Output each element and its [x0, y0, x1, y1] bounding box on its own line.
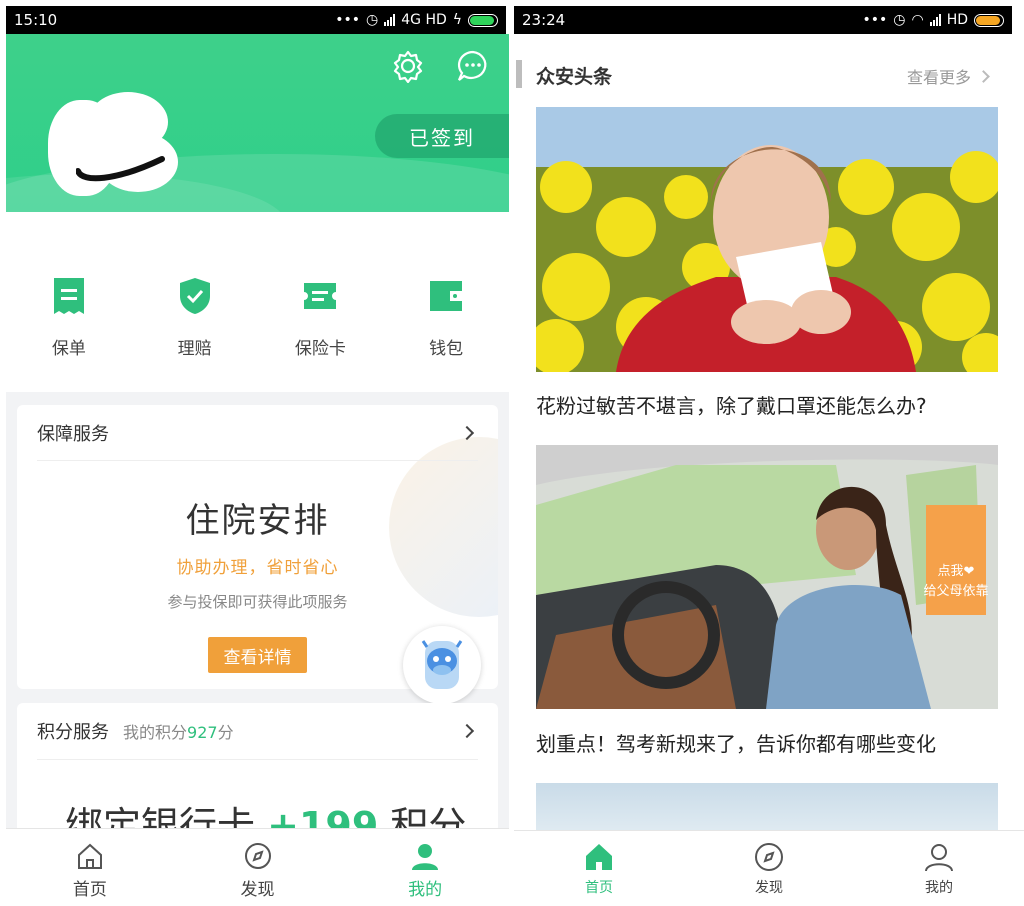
- network-label: HD: [946, 12, 968, 28]
- more-dots-icon: •••: [862, 12, 888, 28]
- signal-icon: [929, 14, 941, 26]
- article-title[interactable]: 划重点！驾考新规来了，告诉你都有哪些变化: [536, 728, 936, 757]
- news-section-title: 众安头条: [536, 66, 613, 88]
- mascot-assistant-button[interactable]: [403, 626, 481, 704]
- alarm-icon: ◷: [893, 12, 906, 28]
- alarm-icon: ◷: [366, 12, 379, 28]
- mascot-cow-icon: [421, 640, 463, 689]
- status-indicators: ••• ◷ 4G HD ϟ: [335, 12, 498, 28]
- quick-action-policy[interactable]: 保单: [6, 224, 132, 392]
- user-icon: [925, 844, 953, 872]
- battery-icon: [468, 13, 498, 27]
- quick-action-wallet[interactable]: 钱包: [383, 224, 509, 392]
- signed-in-button[interactable]: 已签到: [375, 114, 509, 158]
- quick-action-label: 保险卡: [294, 339, 346, 359]
- article-title[interactable]: 花粉过敏苦不堪言，除了戴口罩还能怎么办?: [536, 390, 927, 419]
- more-dots-icon: •••: [335, 12, 361, 28]
- status-time: 23:24: [522, 11, 566, 29]
- news-section-header: 众安头条 查看更多: [514, 56, 1024, 96]
- gear-icon[interactable]: [391, 49, 425, 83]
- points-card-title: 积分服务: [37, 722, 109, 743]
- points-card-header[interactable]: 积分服务 我的积分927分: [37, 703, 478, 760]
- network-label: 4G HD: [401, 12, 447, 28]
- tab-mine[interactable]: 我的: [854, 831, 1024, 906]
- message-bubble-icon[interactable]: [456, 49, 490, 83]
- tab-discover[interactable]: 发现: [684, 831, 854, 906]
- battery-icon: [974, 13, 1004, 27]
- insurance-card-icon: [304, 283, 337, 309]
- claim-shield-icon: [179, 278, 210, 314]
- woman-driving-photo: 点我❤ 给父母依靠: [536, 445, 998, 709]
- home-icon: [77, 843, 102, 869]
- feature-subtitle: 协助办理，省时省心: [176, 558, 339, 578]
- points-card: 积分服务 我的积分927分 绑定银行卡 +199 积分: [17, 703, 498, 833]
- my-points-label: 我的积分927分: [123, 723, 234, 742]
- charging-icon: ϟ: [452, 12, 462, 28]
- signal-icon: [384, 14, 396, 26]
- chevron-right-icon: [459, 425, 475, 440]
- bottom-tab-bar: 首页 发现 我的: [514, 830, 1024, 906]
- article-image-partial[interactable]: [536, 783, 998, 833]
- tab-home[interactable]: 首页: [514, 831, 684, 906]
- tab-discover[interactable]: 发现: [174, 829, 342, 906]
- service-card-header[interactable]: 保障服务: [37, 405, 478, 461]
- tab-home[interactable]: 首页: [6, 829, 174, 906]
- article-image-driving[interactable]: 点我❤ 给父母依靠: [536, 445, 998, 709]
- chevron-right-icon: [977, 69, 990, 83]
- profile-header: 已签到: [6, 34, 509, 212]
- service-card-title: 保障服务: [37, 423, 109, 445]
- svg-text:点我❤: 点我❤: [938, 564, 975, 579]
- status-indicators: ••• ◷ ◠ HD: [862, 12, 1004, 28]
- feature-title: 住院安排: [185, 501, 330, 541]
- tab-mine[interactable]: 我的: [341, 829, 509, 906]
- bottom-tab-bar: 首页 发现 我的: [6, 828, 509, 906]
- avatar[interactable]: [48, 92, 178, 204]
- quick-action-claim[interactable]: 理赔: [132, 224, 258, 392]
- status-bar: 15:10 ••• ◷ 4G HD ϟ: [6, 6, 506, 34]
- user-icon: [412, 844, 439, 870]
- chevron-right-icon: [459, 723, 475, 739]
- compass-icon: [755, 843, 783, 871]
- policy-icon: [53, 278, 84, 314]
- points-value: 927: [187, 723, 218, 742]
- quick-action-label: 钱包: [429, 339, 464, 359]
- view-more-link[interactable]: 查看更多: [907, 64, 994, 88]
- quick-actions: 保单 理赔 保险卡 钱包: [6, 224, 509, 392]
- status-time: 15:10: [14, 11, 58, 29]
- wifi-icon: ◠: [911, 12, 924, 28]
- status-bar: 23:24 ••• ◷ ◠ HD: [514, 6, 1012, 34]
- article-image-pollen[interactable]: [536, 107, 998, 372]
- quick-action-insurance-card[interactable]: 保险卡: [258, 224, 384, 392]
- view-details-button[interactable]: 查看详情: [208, 637, 307, 673]
- compass-icon: [244, 843, 271, 869]
- right-phone-screen: 23:24 ••• ◷ ◠ HD 众安头条 查看更多 花粉过敏苦不堪言，除了戴口…: [514, 0, 1024, 906]
- woman-sneezing-photo: [536, 107, 998, 372]
- quick-action-label: 保单: [51, 339, 86, 359]
- wallet-icon: [430, 281, 463, 311]
- svg-text:给父母依靠: 给父母依靠: [923, 584, 988, 599]
- left-phone-screen: 15:10 ••• ◷ 4G HD ϟ 已签到 保单 理赔 保险卡 钱包 保障服…: [0, 0, 512, 906]
- quick-action-label: 理赔: [177, 339, 212, 359]
- home-icon: [586, 844, 612, 870]
- feature-note: 参与投保即可获得此项服务: [167, 593, 348, 611]
